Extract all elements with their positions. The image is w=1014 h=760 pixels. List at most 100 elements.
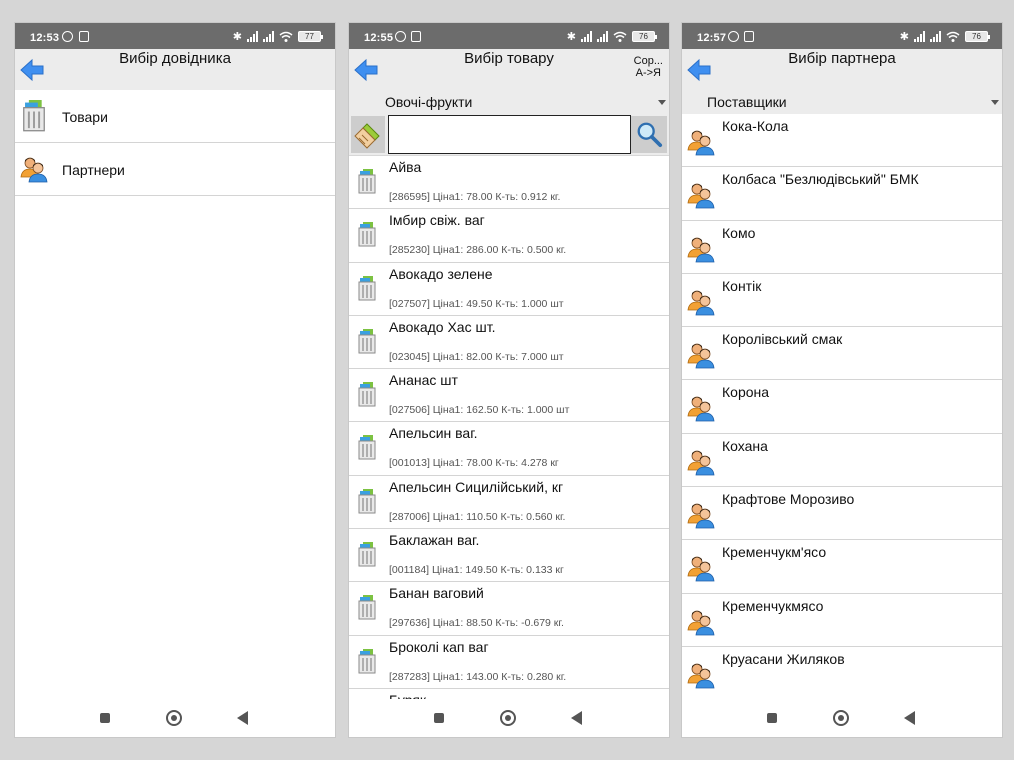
product-name: Буряк xyxy=(389,692,426,699)
partner-row[interactable]: Кременчукм'ясо xyxy=(682,540,1002,594)
battery-icon: 77 xyxy=(298,31,323,42)
product-row[interactable]: Імбир свіж. ваг [285230] Ціна1: 286.00 К-… xyxy=(349,209,669,263)
signal-icon xyxy=(247,31,258,42)
signal-icon xyxy=(930,31,941,42)
partner-name: Корона xyxy=(722,384,770,401)
product-info: [285230] Ціна1: 286.00 К-ть: 0.500 кг. xyxy=(389,244,567,257)
status-bar: 12:57 ✱ 76 xyxy=(682,23,1002,49)
product-icon xyxy=(358,222,376,247)
product-name: Банан ваговий xyxy=(389,585,484,602)
recents-button[interactable] xyxy=(100,713,110,723)
wifi-icon xyxy=(613,31,627,42)
nfc-icon xyxy=(79,31,89,42)
partner-type-dropdown[interactable]: Поставщики xyxy=(682,90,1002,114)
product-info: [023045] Ціна1: 82.00 К-ть: 7.000 шт xyxy=(389,350,564,363)
partner-row[interactable]: Кохана xyxy=(682,434,1002,488)
menu-item-products[interactable]: Товари xyxy=(15,90,335,143)
product-name: Апельсин Сицилійський, кг xyxy=(389,478,564,495)
product-info: [297636] Ціна1: 88.50 К-ть: -0.679 кг. xyxy=(389,617,564,630)
partner-icon xyxy=(687,448,715,476)
product-info: [027506] Ціна1: 162.50 К-ть: 1.000 шт xyxy=(389,404,570,417)
alarm-icon xyxy=(728,31,739,42)
system-nav-bar xyxy=(682,699,1002,737)
menu-item-label: Партнери xyxy=(62,162,125,178)
partner-row[interactable]: Колбаса "Безлюдівський" БМК xyxy=(682,167,1002,221)
partner-icon xyxy=(687,181,715,209)
battery-icon: 76 xyxy=(965,31,990,42)
recents-button[interactable] xyxy=(767,713,777,723)
system-nav-bar xyxy=(349,699,669,737)
partner-icon xyxy=(687,288,715,316)
status-time: 12:55 xyxy=(364,32,394,44)
partner-icon xyxy=(687,341,715,369)
sort-order: А->Я xyxy=(635,67,661,79)
partner-row[interactable]: Комо xyxy=(682,221,1002,274)
product-name: Авокадо зелене xyxy=(389,265,493,282)
partner-row[interactable]: Корона xyxy=(682,380,1002,434)
product-info: [027507] Ціна1: 49.50 К-ть: 1.000 шт xyxy=(389,297,564,310)
partner-row[interactable]: Круасани Жиляков xyxy=(682,647,1002,699)
sort-button[interactable]: Сор... А->Я xyxy=(634,55,663,79)
partner-icon xyxy=(687,394,715,422)
category-dropdown[interactable]: Овочі-фрукти xyxy=(349,90,669,114)
page-title: Вибір товару xyxy=(464,50,554,67)
recents-button[interactable] xyxy=(434,713,444,723)
product-icon xyxy=(358,595,376,620)
menu-item-partners[interactable]: Партнери xyxy=(15,143,335,196)
product-name: Імбир свіж. ваг xyxy=(389,212,485,229)
product-row[interactable]: Буряк xyxy=(349,689,669,699)
product-row[interactable]: Банан ваговий [297636] Ціна1: 88.50 К-ть:… xyxy=(349,582,669,636)
product-name: Апельсин ваг. xyxy=(389,425,478,442)
partner-type-selected: Поставщики xyxy=(707,94,787,110)
product-row[interactable]: Авокадо Хас шт. [023045] Ціна1: 82.00 К-т… xyxy=(349,316,669,370)
partner-icon xyxy=(687,128,715,156)
product-info: [287283] Ціна1: 143.00 К-ть: 0.280 кг. xyxy=(389,670,567,683)
system-back-button[interactable] xyxy=(904,711,915,725)
product-row[interactable]: Апельсин ваг. [001013] Ціна1: 78.00 К-ть:… xyxy=(349,422,669,476)
system-back-button[interactable] xyxy=(571,711,582,725)
bluetooth-icon: ✱ xyxy=(232,30,242,43)
system-nav-bar xyxy=(15,699,335,737)
partner-row[interactable]: Кременчукмясо xyxy=(682,594,1002,647)
alarm-icon xyxy=(62,31,73,42)
partner-icon xyxy=(687,661,715,689)
system-back-button[interactable] xyxy=(237,711,248,725)
partner-name: Кохана xyxy=(722,437,768,454)
dropdown-caret-icon xyxy=(658,100,666,105)
partner-row[interactable]: Контік xyxy=(682,274,1002,328)
screen-partner-select: 12:57 ✱ 76 Вибір партнера Поставщики Кок… xyxy=(681,22,1003,738)
product-row[interactable]: Броколі кап ваг [287283] Ціна1: 143.00 К-… xyxy=(349,636,669,689)
partner-icon xyxy=(687,235,715,263)
partner-row[interactable]: Королівський смак xyxy=(682,327,1002,381)
partner-icon xyxy=(687,608,715,636)
product-icon xyxy=(358,649,376,674)
search-button[interactable] xyxy=(631,116,667,153)
menu-item-label: Товари xyxy=(62,109,108,125)
product-icon xyxy=(358,169,376,194)
product-row[interactable]: Айва [286595] Ціна1: 78.00 К-ть: 0.912 кг… xyxy=(349,156,669,210)
product-icon xyxy=(358,382,376,407)
partner-row[interactable]: Кока-Кола xyxy=(682,114,1002,168)
product-row[interactable]: Ананас шт [027506] Ціна1: 162.50 К-ть: 1.… xyxy=(349,369,669,423)
product-row[interactable]: Баклажан ваг. [001184] Ціна1: 149.50 К-ть… xyxy=(349,529,669,583)
alarm-icon xyxy=(395,31,406,42)
home-button[interactable] xyxy=(500,710,516,726)
product-row[interactable]: Авокадо зелене [027507] Ціна1: 49.50 К-ть… xyxy=(349,263,669,316)
brush-icon xyxy=(353,120,383,150)
clear-button[interactable] xyxy=(351,116,385,153)
product-row[interactable]: Апельсин Сицилійський, кг [287006] Ціна1:… xyxy=(349,476,669,530)
category-selected: Овочі-фрукти xyxy=(385,94,473,110)
partner-name: Кока-Кола xyxy=(722,118,789,134)
partner-name: Королівський смак xyxy=(722,331,843,348)
wifi-icon xyxy=(279,31,293,42)
partner-name: Крафтове Морозиво xyxy=(722,491,855,508)
menu-list: Товари Партнери xyxy=(15,90,335,703)
bluetooth-icon: ✱ xyxy=(566,30,576,43)
product-icon xyxy=(358,542,376,567)
search-input[interactable] xyxy=(388,115,631,154)
product-info: [001184] Ціна1: 149.50 К-ть: 0.133 кг xyxy=(389,564,564,577)
partner-row[interactable]: Крафтове Морозиво xyxy=(682,487,1002,541)
bluetooth-icon: ✱ xyxy=(899,30,909,43)
home-button[interactable] xyxy=(833,710,849,726)
home-button[interactable] xyxy=(166,710,182,726)
